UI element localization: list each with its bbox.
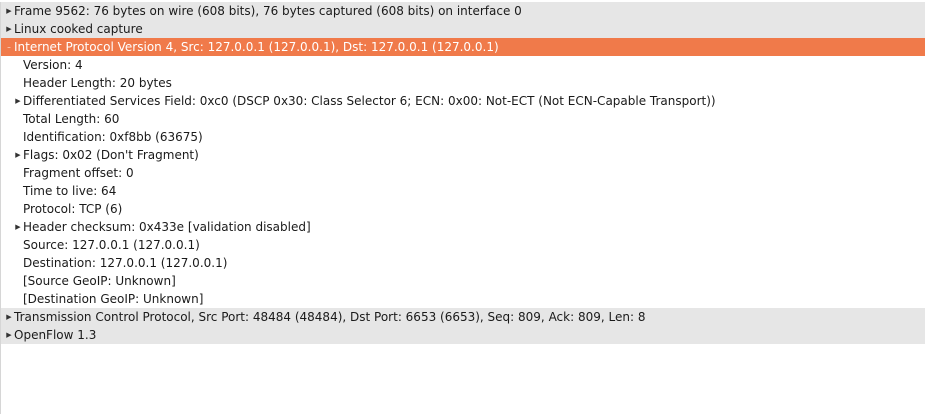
tree-item-label: Total Length: 60	[23, 112, 120, 126]
tree-item-label: Differentiated Services Field: 0xc0 (DSC…	[23, 94, 716, 108]
expand-arrow-icon[interactable]: ▶	[4, 308, 14, 326]
tree-item-label: Flags: 0x02 (Don't Fragment)	[23, 148, 199, 162]
tree-item-tcp[interactable]: ▶ Transmission Control Protocol, Src Port…	[1, 308, 925, 326]
tree-item-label: Linux cooked capture	[14, 22, 143, 36]
tree-item-header-length[interactable]: Header Length: 20 bytes	[1, 74, 925, 92]
tree-item-identification[interactable]: Identification: 0xf8bb (63675)	[1, 128, 925, 146]
tree-item-version[interactable]: Version: 4	[1, 56, 925, 74]
expand-arrow-icon[interactable]: ▶	[13, 146, 23, 164]
tree-item-source[interactable]: Source: 127.0.0.1 (127.0.0.1)	[1, 236, 925, 254]
tree-item-label: [Destination GeoIP: Unknown]	[23, 292, 204, 306]
expand-arrow-icon[interactable]: ▶	[4, 326, 14, 344]
tree-item-source-geoip[interactable]: [Source GeoIP: Unknown]	[1, 272, 925, 290]
tree-item-frame[interactable]: ▶ Frame 9562: 76 bytes on wire (608 bits)…	[1, 2, 925, 20]
expand-arrow-icon[interactable]: ▶	[4, 20, 14, 38]
tree-item-ttl[interactable]: Time to live: 64	[1, 182, 925, 200]
packet-details-tree[interactable]: ▶ Frame 9562: 76 bytes on wire (608 bits)…	[0, 2, 925, 414]
tree-item-destination-geoip[interactable]: [Destination GeoIP: Unknown]	[1, 290, 925, 308]
tree-item-label: Protocol: TCP (6)	[23, 202, 123, 216]
tree-item-dsfield[interactable]: ▶ Differentiated Services Field: 0xc0 (DS…	[1, 92, 925, 110]
tree-item-flags[interactable]: ▶ Flags: 0x02 (Don't Fragment)	[1, 146, 925, 164]
tree-item-label: Destination: 127.0.0.1 (127.0.0.1)	[23, 256, 228, 270]
expand-arrow-icon[interactable]: ▶	[13, 92, 23, 110]
tree-item-linux-cooked-capture[interactable]: ▶ Linux cooked capture	[1, 20, 925, 38]
tree-item-label: OpenFlow 1.3	[14, 328, 97, 342]
tree-item-label: [Source GeoIP: Unknown]	[23, 274, 176, 288]
expand-arrow-icon[interactable]: ▶	[13, 218, 23, 236]
tree-item-destination[interactable]: Destination: 127.0.0.1 (127.0.0.1)	[1, 254, 925, 272]
tree-item-label: Header Length: 20 bytes	[23, 76, 172, 90]
tree-item-label: Time to live: 64	[23, 184, 117, 198]
tree-item-fragment-offset[interactable]: Fragment offset: 0	[1, 164, 925, 182]
tree-item-protocol[interactable]: Protocol: TCP (6)	[1, 200, 925, 218]
tree-item-openflow[interactable]: ▶ OpenFlow 1.3	[1, 326, 925, 344]
tree-item-header-checksum[interactable]: ▶ Header checksum: 0x433e [validation dis…	[1, 218, 925, 236]
tree-item-label: Identification: 0xf8bb (63675)	[23, 130, 203, 144]
tree-item-label: Header checksum: 0x433e [validation disa…	[23, 220, 311, 234]
tree-item-label: Source: 127.0.0.1 (127.0.0.1)	[23, 238, 200, 252]
tree-item-label: Version: 4	[23, 58, 83, 72]
tree-item-total-length[interactable]: Total Length: 60	[1, 110, 925, 128]
tree-item-label: Transmission Control Protocol, Src Port:…	[14, 310, 646, 324]
expand-arrow-icon[interactable]: ▶	[4, 2, 14, 20]
collapse-arrow-icon[interactable]: –	[4, 38, 14, 56]
tree-item-label: Fragment offset: 0	[23, 166, 134, 180]
tree-item-ipv4[interactable]: – Internet Protocol Version 4, Src: 127.0…	[1, 38, 925, 56]
tree-item-label: Frame 9562: 76 bytes on wire (608 bits),…	[14, 4, 522, 18]
tree-item-label: Internet Protocol Version 4, Src: 127.0.…	[14, 40, 499, 54]
